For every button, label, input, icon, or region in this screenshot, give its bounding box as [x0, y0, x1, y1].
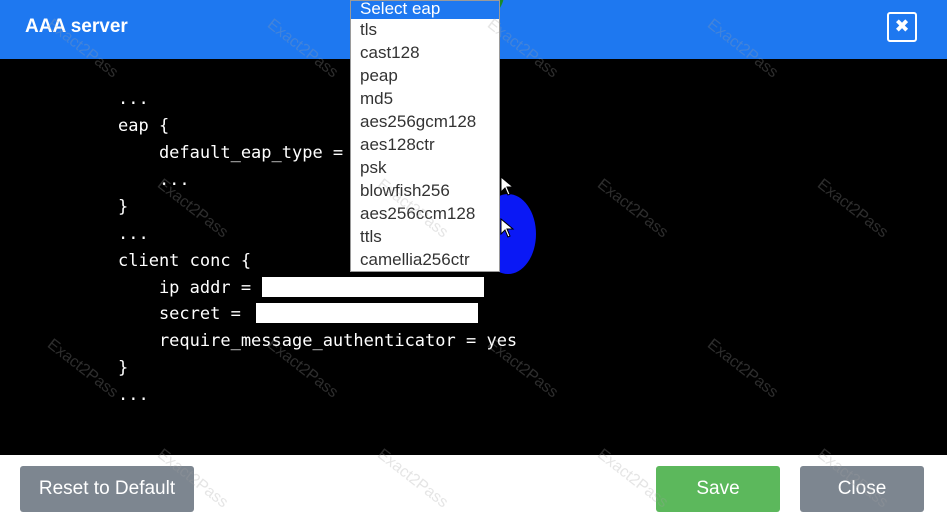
eap-option-md5[interactable]: md5	[351, 88, 499, 111]
ip-addr-input[interactable]	[262, 277, 484, 297]
reset-to-default-button[interactable]: Reset to Default	[20, 466, 194, 512]
eap-option-tls[interactable]: tls	[351, 19, 499, 42]
code-line: }	[118, 358, 129, 378]
eap-option-blowfish256[interactable]: blowfish256	[351, 180, 499, 203]
code-line: eap {	[118, 116, 170, 136]
code-line: client conc {	[118, 251, 252, 271]
mouse-cursor-icon	[500, 176, 515, 196]
dialog-footer: Reset to Default Save Close	[0, 455, 947, 518]
eap-option-aes256ccm128[interactable]: aes256ccm128	[351, 203, 499, 226]
code-line: ...	[118, 89, 149, 109]
eap-option-psk[interactable]: psk	[351, 157, 499, 180]
eap-option-ttls[interactable]: ttls	[351, 226, 499, 249]
eap-type-dropdown[interactable]: Select eap tls cast128 peap md5 aes256gc…	[350, 0, 500, 272]
code-line: require_message_authenticator = yes	[118, 331, 518, 351]
eap-option-cast128[interactable]: cast128	[351, 42, 499, 65]
code-line: default_eap_type =	[118, 143, 344, 163]
mouse-cursor-icon	[500, 218, 515, 238]
eap-option-peap[interactable]: peap	[351, 65, 499, 88]
save-button[interactable]: Save	[656, 466, 780, 512]
code-line: ...	[118, 170, 190, 190]
eap-option-aes256gcm128[interactable]: aes256gcm128	[351, 111, 499, 134]
code-line: }	[118, 197, 129, 217]
close-icon[interactable]: ✖	[887, 12, 917, 42]
close-button[interactable]: Close	[800, 466, 924, 512]
eap-option-aes128ctr[interactable]: aes128ctr	[351, 134, 499, 157]
code-line: secret =	[118, 304, 241, 324]
dialog-title: AAA server	[25, 16, 128, 37]
eap-option-selected[interactable]: Select eap	[351, 1, 499, 19]
eap-option-camellia256ctr[interactable]: camellia256ctr	[351, 249, 499, 271]
secret-input[interactable]	[256, 303, 478, 323]
code-line: ...	[118, 385, 149, 405]
code-line: ...	[118, 224, 149, 244]
code-line: ip addr =	[118, 278, 252, 298]
